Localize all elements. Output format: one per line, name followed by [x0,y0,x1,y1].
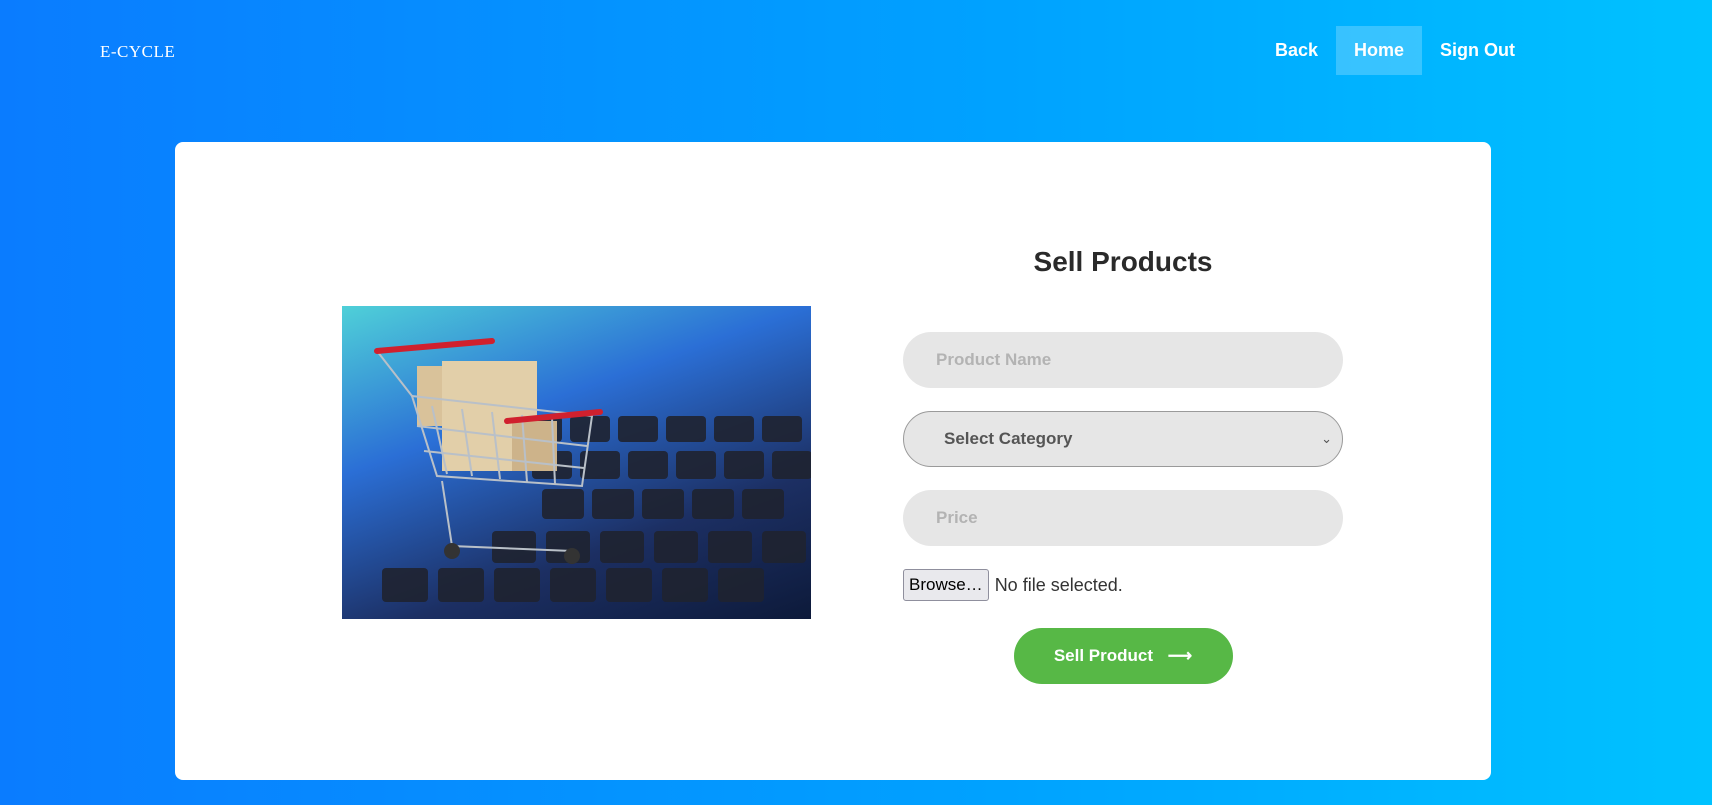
top-nav: Back Home Sign Out [1257,26,1533,75]
file-status: No file selected. [994,574,1123,595]
nav-back-link[interactable]: Back [1257,26,1336,75]
sell-card: Sell Products Select Category ⌄ Browse… … [175,142,1491,780]
file-upload: Browse… No file selected. [903,569,1343,601]
browse-button[interactable]: Browse… [903,569,989,601]
arrow-right-icon: ⟶ [1167,646,1193,665]
category-select-value: Select Category [944,429,1073,448]
price-input[interactable] [903,490,1343,546]
nav-sign-out-link[interactable]: Sign Out [1422,26,1533,75]
sell-product-label: Sell Product [1053,646,1154,665]
sell-product-button[interactable]: Sell Product ⟶ [1013,628,1233,684]
chevron-down-icon: ⌄ [1321,431,1332,446]
brand-logo[interactable]: E-CYCLE [100,42,175,62]
page-title: Sell Products [1033,246,1213,277]
product-name-input[interactable] [903,332,1343,388]
product-image [342,306,811,619]
category-select[interactable]: Select Category ⌄ [903,411,1343,467]
sell-form: Sell Products Select Category ⌄ Browse… … [903,242,1343,684]
shopping-cart-icon [374,338,811,602]
nav-home-link[interactable]: Home [1336,26,1423,75]
